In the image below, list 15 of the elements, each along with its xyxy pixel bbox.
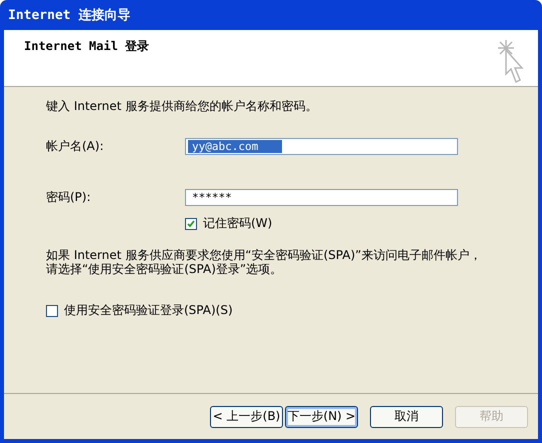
- wizard-button[interactable]: 下一步(N) >: [285, 406, 358, 428]
- field-label: 密码(P):: [46, 189, 92, 206]
- field-label: 帐户名(A):: [46, 138, 105, 155]
- checkbox[interactable]: [185, 218, 197, 230]
- info-text: 如果 Internet 服务供应商要求您使用“安全密码验证(SPA)”来访问电子邮件帐户，请选择“使用安全密码验证(SPA)登录”选项。: [46, 248, 482, 276]
- instruction-text: 键入 Internet 服务提供商给您的帐户名称和密码。: [46, 98, 318, 115]
- input-field[interactable]: ******: [185, 189, 458, 206]
- wizard-button[interactable]: 取消: [370, 406, 443, 428]
- checkbox-label: 记住密码(W): [203, 215, 272, 232]
- checkbox[interactable]: [46, 304, 58, 316]
- input-field[interactable]: yy@abc.com: [185, 138, 458, 155]
- page-title: Internet Mail 登录: [24, 38, 150, 55]
- wizard-button[interactable]: < 上一步(B): [210, 406, 283, 428]
- window-title: Internet 连接向导: [8, 6, 130, 24]
- checkbox-label: 使用安全密码验证登录(SPA)(S): [64, 302, 233, 319]
